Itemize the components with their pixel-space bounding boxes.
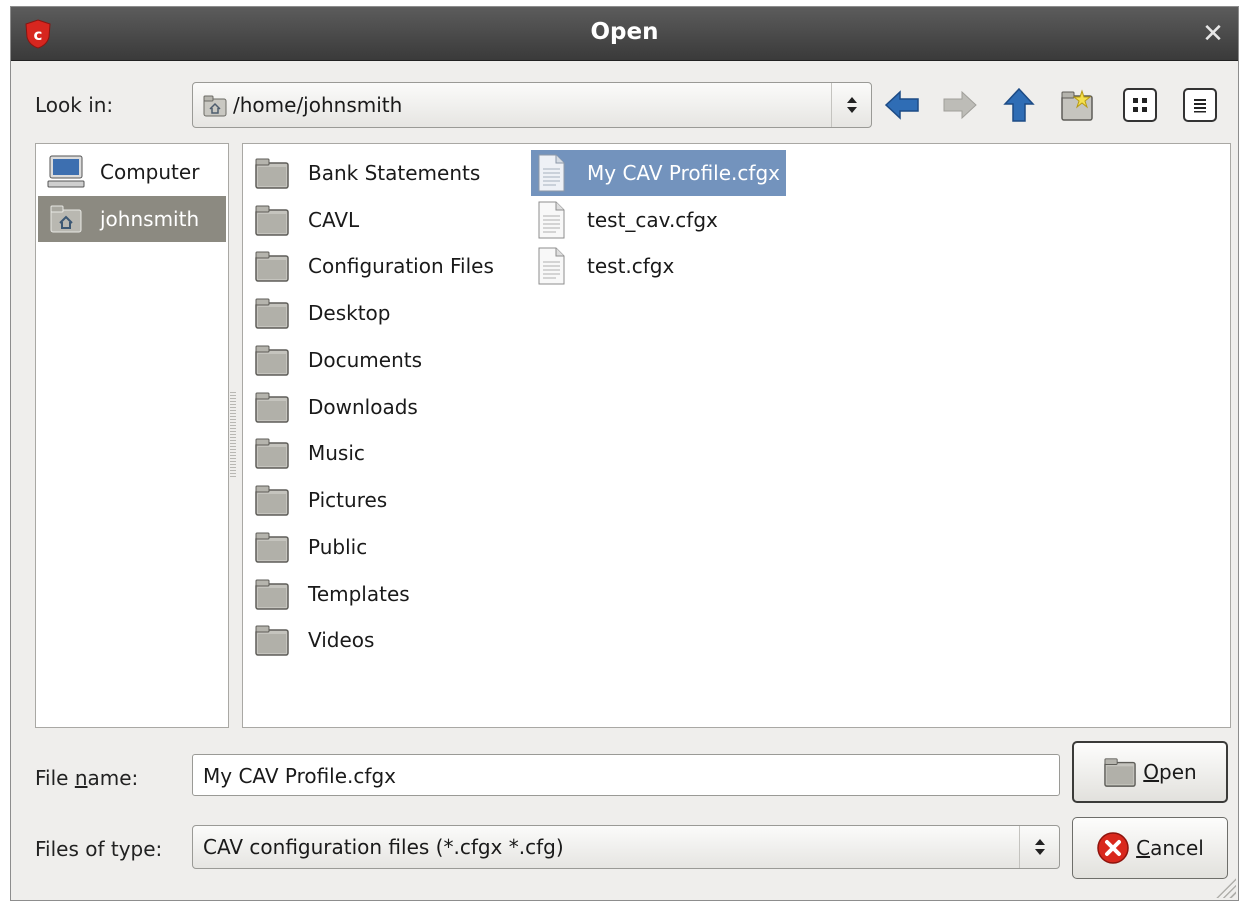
forward-button[interactable] (940, 85, 980, 125)
cancel-button[interactable]: Cancel (1072, 817, 1228, 879)
cancel-button-label: Cancel (1136, 836, 1204, 860)
home-folder-icon (46, 201, 86, 237)
folder-label: CAVL (308, 208, 360, 232)
folder-item[interactable]: Downloads (252, 384, 418, 430)
file-name-value: My CAV Profile.cfgx (203, 764, 396, 788)
place-computer[interactable]: Computer (38, 149, 226, 195)
look-in-path: /home/johnsmith (233, 93, 403, 117)
folder-label: Pictures (308, 488, 388, 512)
home-folder-icon (203, 95, 227, 117)
cancel-icon (1096, 831, 1130, 865)
open-button-label: Open (1143, 760, 1197, 784)
close-icon[interactable]: ✕ (1198, 19, 1228, 49)
file-type-value: CAV configuration files (*.cfgx *.cfg) (203, 835, 564, 859)
folder-item[interactable]: CAVL (252, 197, 359, 243)
folder-label: Downloads (308, 395, 418, 419)
back-button[interactable] (882, 85, 922, 125)
file-item[interactable]: test_cav.cfgx (531, 197, 718, 243)
back-arrow-icon (884, 90, 919, 120)
open-button[interactable]: Open (1072, 741, 1228, 803)
place-label: johnsmith (100, 207, 200, 231)
folder-item[interactable]: Desktop (252, 290, 390, 336)
computer-icon (46, 154, 86, 190)
folder-item[interactable]: Pictures (252, 477, 387, 523)
folder-icon (252, 153, 292, 193)
pane-splitter[interactable] (230, 392, 236, 477)
folder-icon (252, 620, 292, 660)
folder-icon (1103, 756, 1137, 788)
folder-label: Music (308, 441, 365, 465)
list-view-button[interactable] (1183, 88, 1217, 122)
resize-grip[interactable] (1214, 876, 1236, 898)
folder-icon (252, 387, 292, 427)
folder-icon (252, 433, 292, 473)
document-icon (531, 153, 571, 193)
file-item-selected[interactable]: My CAV Profile.cfgx (531, 150, 786, 196)
folder-item[interactable]: Configuration Files (252, 243, 494, 289)
folder-item[interactable]: Public (252, 524, 367, 570)
look-in-combo[interactable]: /home/johnsmith (192, 82, 872, 128)
up-arrow-icon (1003, 87, 1035, 122)
up-button[interactable] (999, 85, 1039, 125)
folder-label: Configuration Files (308, 254, 494, 278)
combo-arrows-icon[interactable] (1019, 826, 1059, 868)
place-johnsmith[interactable]: johnsmith (38, 196, 226, 242)
folder-icon (252, 340, 292, 380)
folder-icon (252, 480, 292, 520)
document-icon (531, 200, 571, 240)
file-item[interactable]: test.cfgx (531, 243, 674, 289)
folder-label: Documents (308, 348, 423, 372)
look-in-label: Look in: (35, 93, 114, 117)
file-label: test_cav.cfgx (587, 208, 718, 232)
places-sidebar: Computer johnsmith (35, 143, 229, 728)
file-type-label: Files of type: (35, 837, 163, 861)
folder-item[interactable]: Templates (252, 571, 410, 617)
file-list: Bank Statements CAVL Configuration Files… (242, 143, 1231, 728)
folder-item[interactable]: Bank Statements (252, 150, 480, 196)
document-icon (531, 246, 571, 286)
folder-label: Bank Statements (308, 161, 481, 185)
folder-label: Public (308, 535, 368, 559)
file-label: My CAV Profile.cfgx (587, 161, 780, 185)
folder-icon (252, 200, 292, 240)
open-dialog: c Open ✕ Look in: /home/johnsmith Comput… (10, 6, 1239, 901)
file-type-combo[interactable]: CAV configuration files (*.cfgx *.cfg) (192, 825, 1060, 869)
list-view-icon (1194, 99, 1206, 113)
combo-arrows-icon[interactable] (831, 83, 871, 127)
folder-label: Videos (308, 628, 375, 652)
folder-icon (252, 246, 292, 286)
file-label: test.cfgx (587, 254, 675, 278)
forward-arrow-icon (943, 90, 977, 120)
icon-view-button[interactable] (1123, 88, 1157, 122)
place-label: Computer (100, 160, 200, 184)
icon-view-icon (1133, 98, 1147, 112)
folder-item[interactable]: Documents (252, 337, 422, 383)
file-name-input[interactable]: My CAV Profile.cfgx (192, 754, 1060, 796)
folder-item[interactable]: Music (252, 430, 365, 476)
folder-icon (252, 574, 292, 614)
folder-icon (252, 527, 292, 567)
new-folder-icon (1061, 89, 1093, 121)
window-title: Open (590, 19, 659, 45)
folder-label: Templates (308, 582, 410, 606)
title-bar[interactable]: c Open ✕ (11, 7, 1238, 61)
folder-label: Desktop (308, 301, 391, 325)
folder-icon (252, 293, 292, 333)
new-folder-button[interactable] (1057, 85, 1097, 125)
file-name-label: File name: (35, 766, 139, 790)
folder-item[interactable]: Videos (252, 617, 374, 663)
